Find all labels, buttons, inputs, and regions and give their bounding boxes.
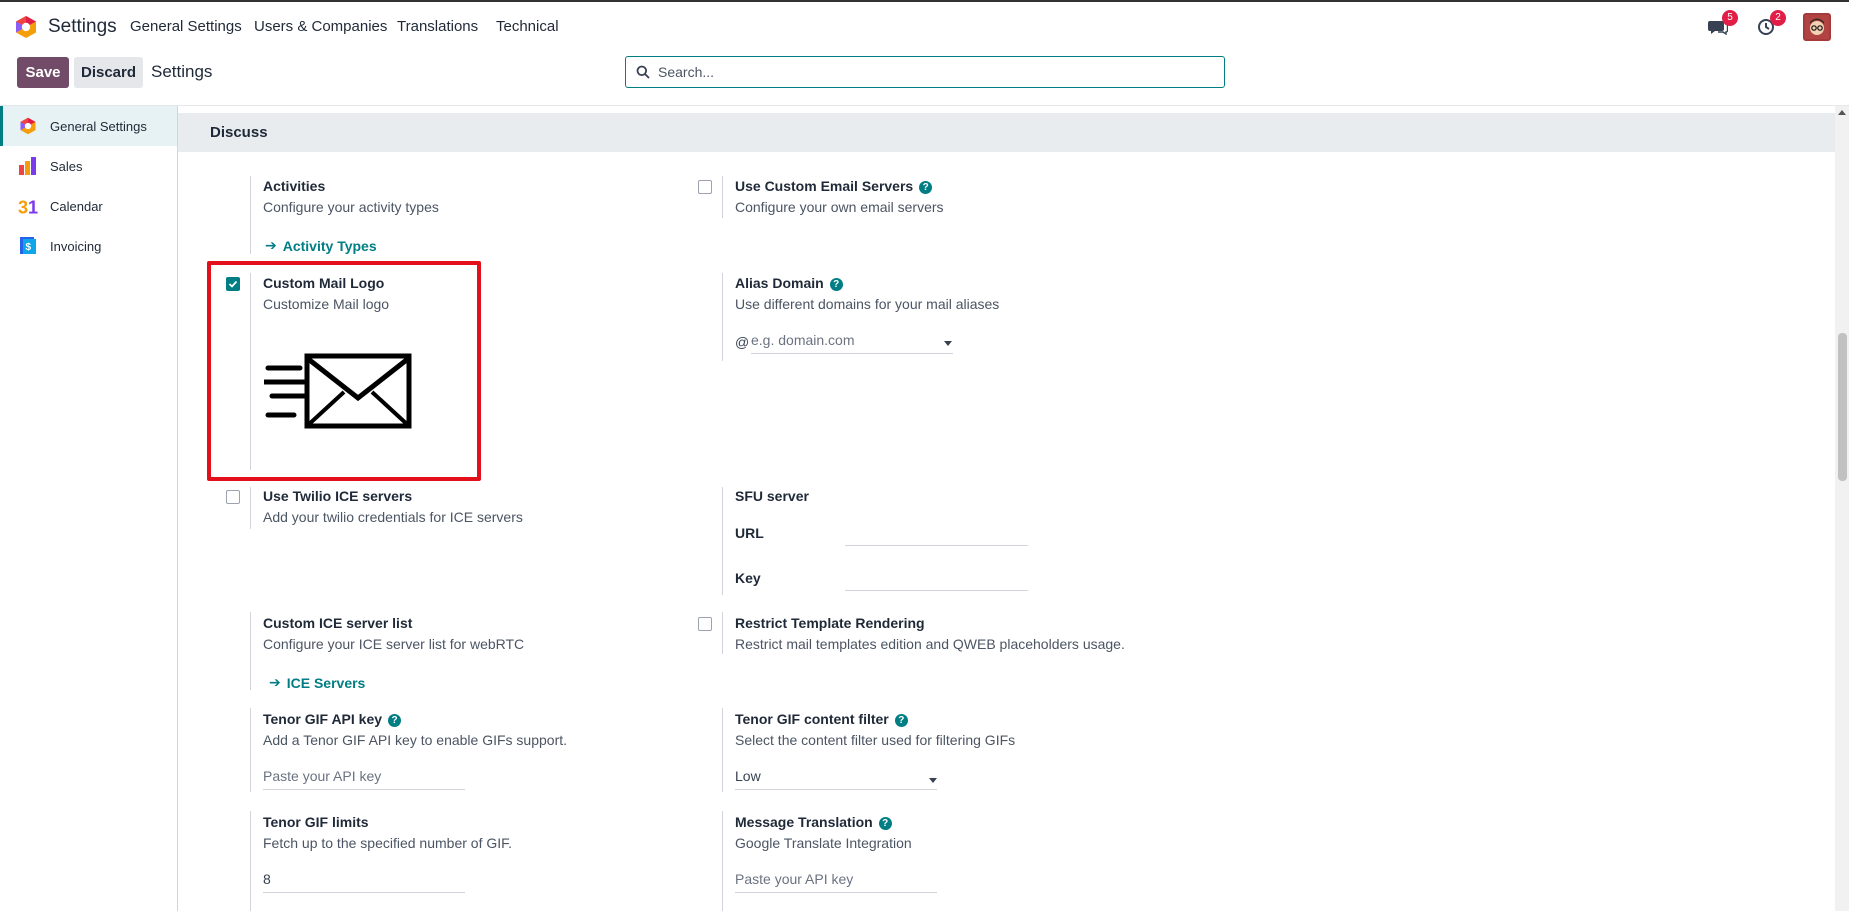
setting-divider [722,708,723,792]
tenor-filter-title: Tenor GIF content filter? [735,711,908,727]
tenor-limits-input[interactable]: 8 [263,871,465,893]
ice-list-title: Custom ICE server list [263,615,413,631]
nav-users-companies[interactable]: Users & Companies [254,18,387,35]
tenor-filter-select[interactable]: Low [735,768,937,790]
sfu-title: SFU server [735,488,809,504]
discard-button[interactable]: Discard [74,57,143,88]
breadcrumb: Settings [151,62,213,81]
translation-title: Message Translation? [735,814,892,830]
setting-divider [250,176,251,254]
svg-text:3: 3 [18,197,28,216]
twilio-checkbox[interactable] [226,490,240,504]
setting-divider [250,811,251,911]
top-navbar: Settings General Settings Users & Compan… [0,0,1849,50]
svg-text:1: 1 [28,197,38,216]
caret-down-icon [929,778,937,783]
app-title[interactable]: Settings [48,16,117,38]
save-button[interactable]: Save [17,57,69,88]
setting-divider [250,612,251,690]
alias-domain-title: Alias Domain? [735,275,843,291]
invoice-icon: $ [18,236,38,256]
avatar-face-icon [1805,15,1829,39]
sales-chart-icon [18,156,38,176]
tenor-limits-desc: Fetch up to the specified number of GIF. [263,835,513,851]
setting-divider [250,487,251,529]
scrollbar-track[interactable] [1835,106,1849,911]
sfu-url-input[interactable] [845,524,1028,546]
custom-email-servers-title: Use Custom Email Servers? [735,178,933,194]
tenor-key-title: Tenor GIF API key? [263,711,402,727]
alias-domain-select[interactable]: e.g. domain.com [751,332,953,354]
scroll-up-arrow-icon[interactable] [1838,110,1846,115]
arrow-right-icon: ➔ [265,237,277,253]
restrict-template-desc: Restrict mail templates edition and QWEB… [735,636,1125,652]
sfu-key-input[interactable] [845,569,1028,591]
activity-types-link[interactable]: ➔ Activity Types [265,237,377,254]
alias-domain-prefix: @ [735,334,750,350]
nav-translations[interactable]: Translations [397,18,478,35]
sfu-key-label: Key [735,570,761,586]
calendar-icon: 3 1 [18,196,38,216]
help-icon[interactable]: ? [919,181,933,194]
user-avatar[interactable] [1803,13,1831,41]
activities-desc: Configure your activity types [263,199,439,215]
sidebar-item-calendar[interactable]: 3 1 Calendar [0,186,177,226]
tenor-key-desc: Add a Tenor GIF API key to enable GIFs s… [263,732,568,748]
ice-servers-link[interactable]: ➔ ICE Servers [269,674,365,691]
alias-domain-desc: Use different domains for your mail alia… [735,296,1000,312]
odoo-logo-icon [18,116,38,136]
messages-badge: 5 [1722,10,1738,26]
sidebar-item-sales[interactable]: Sales [0,146,177,186]
arrow-right-icon: ➔ [269,674,281,690]
twilio-title: Use Twilio ICE servers [263,488,413,504]
search-input[interactable] [658,64,1198,80]
section-header [178,113,1835,152]
highlight-box [207,261,481,481]
tenor-key-input[interactable]: Paste your API key [263,768,465,790]
header-divider [0,105,1849,106]
odoo-logo-icon[interactable] [14,15,38,39]
setting-divider [722,811,723,911]
ice-list-desc: Configure your ICE server list for webRT… [263,636,525,652]
messages-button[interactable]: 5 [1707,10,1738,38]
caret-down-icon [944,341,952,346]
help-icon[interactable]: ? [388,714,402,727]
setting-divider [250,708,251,792]
setting-divider [722,273,723,361]
translation-api-key-input[interactable]: Paste your API key [735,871,937,893]
restrict-template-title: Restrict Template Rendering [735,615,925,631]
nav-technical[interactable]: Technical [496,18,559,35]
restrict-template-checkbox[interactable] [698,617,712,631]
activities-title: Activities [263,178,326,194]
tenor-limits-title: Tenor GIF limits [263,814,369,830]
search-box[interactable] [625,56,1225,88]
translation-desc: Google Translate Integration [735,835,912,851]
setting-divider [722,612,723,654]
help-icon[interactable]: ? [894,714,908,727]
section-title: Discuss [210,124,268,141]
custom-email-servers-desc: Configure your own email servers [735,199,944,215]
tenor-filter-desc: Select the content filter used for filte… [735,732,1016,748]
settings-sidebar: General Settings Sales 3 1 Calendar $ In… [0,106,178,911]
sidebar-item-label: General Settings [50,118,147,134]
help-icon[interactable]: ? [829,278,843,291]
sfu-url-label: URL [735,525,764,541]
search-icon [636,65,650,79]
scrollbar-thumb[interactable] [1838,333,1847,481]
setting-divider [722,176,723,218]
twilio-desc: Add your twilio credentials for ICE serv… [263,509,523,525]
sidebar-item-general-settings[interactable]: General Settings [0,106,177,146]
sidebar-item-label: Invoicing [50,238,102,254]
sidebar-item-invoicing[interactable]: $ Invoicing [0,226,177,266]
sidebar-item-label: Calendar [50,198,103,214]
sidebar-item-label: Sales [50,158,83,174]
activities-badge: 2 [1770,10,1786,26]
setting-divider [722,487,723,595]
svg-text:$: $ [26,242,32,253]
nav-general-settings[interactable]: General Settings [130,18,242,35]
custom-email-servers-checkbox[interactable] [698,180,712,194]
help-icon[interactable]: ? [878,817,892,830]
activities-button[interactable]: 2 [1755,10,1786,38]
